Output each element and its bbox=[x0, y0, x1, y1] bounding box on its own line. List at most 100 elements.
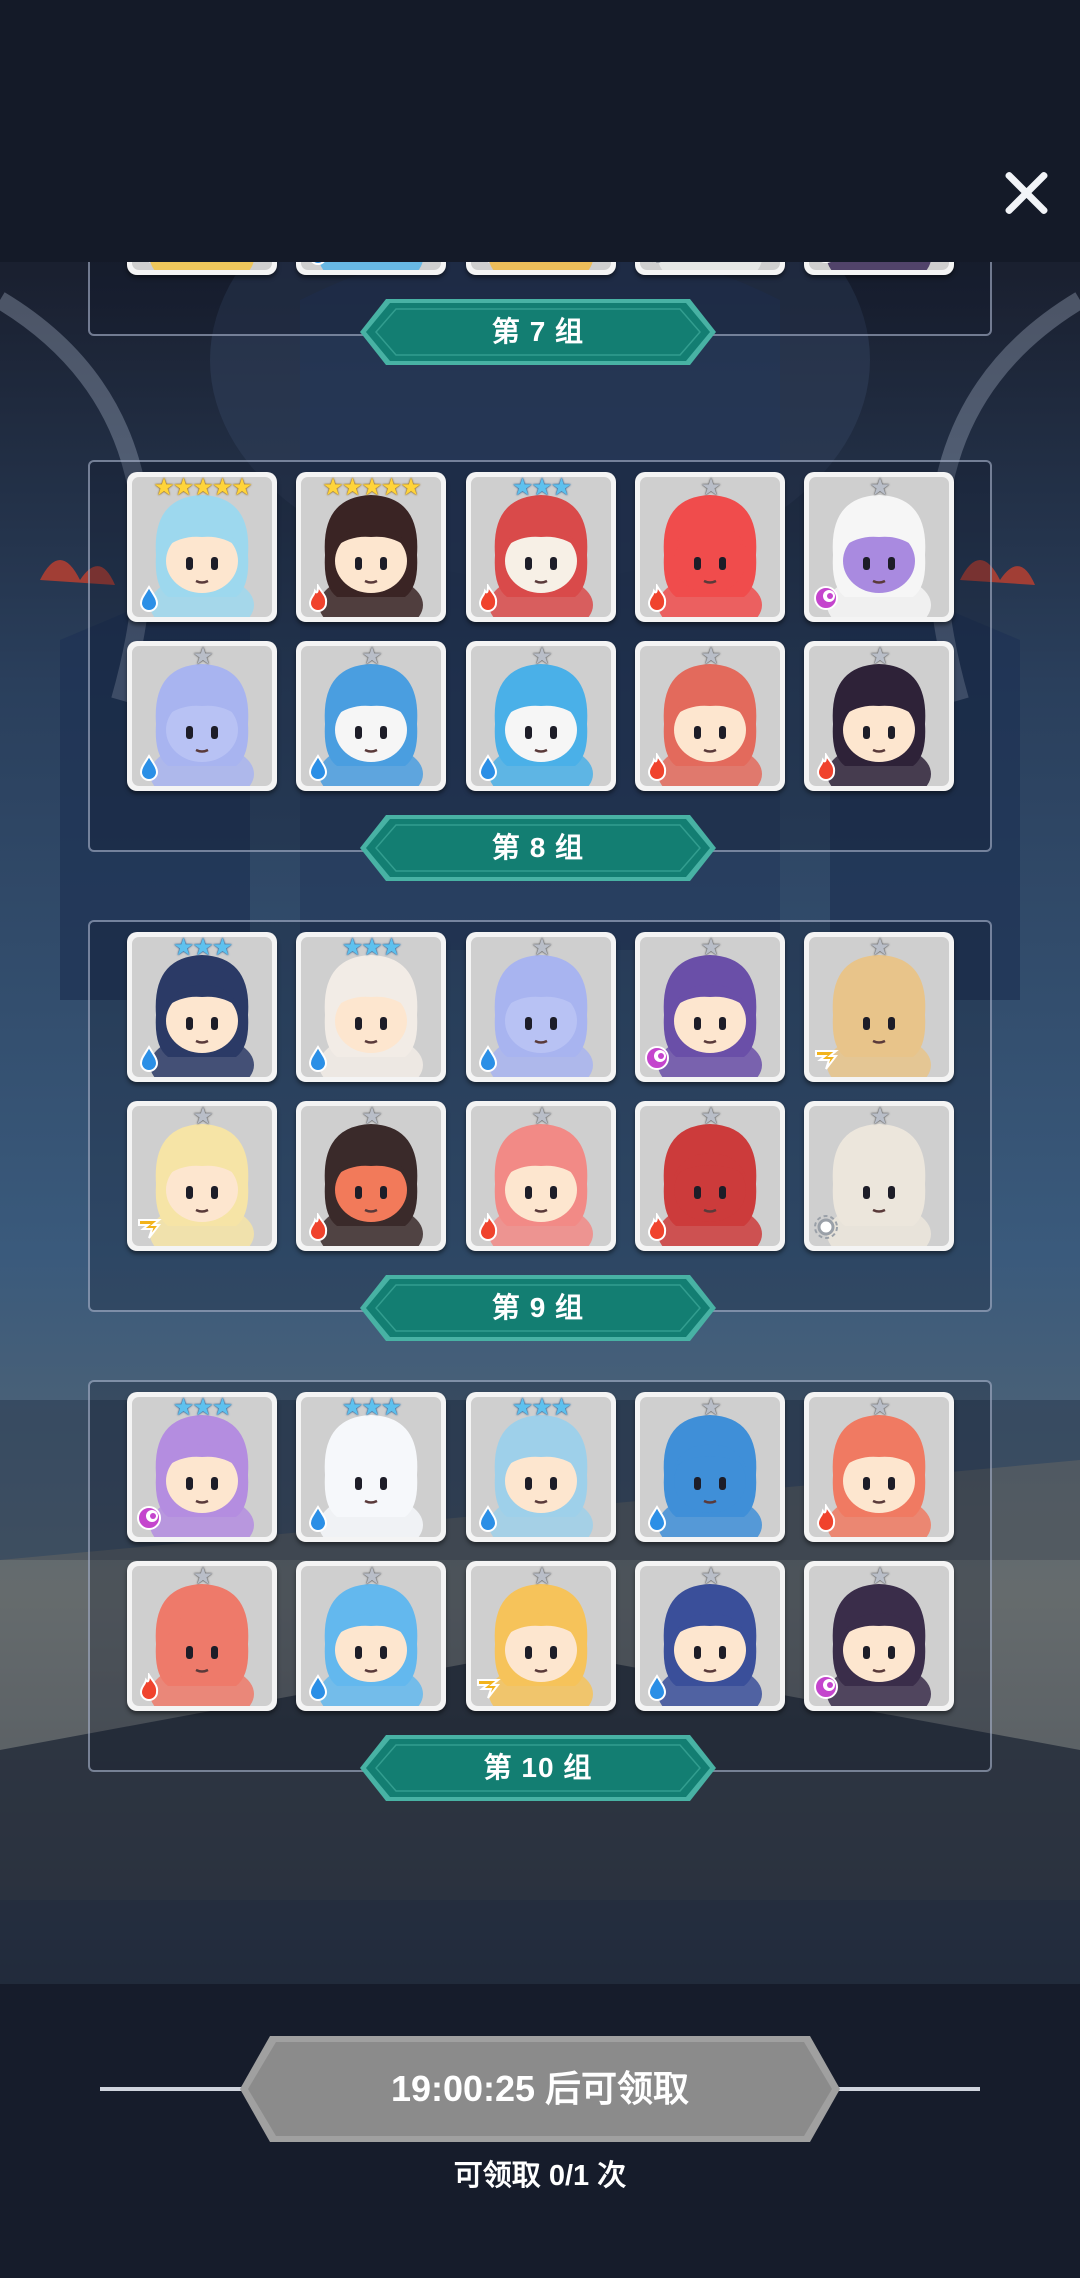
hero-card[interactable]: ★★★ bbox=[466, 1392, 616, 1542]
hero-card[interactable]: ★ bbox=[635, 262, 785, 275]
water-element-icon bbox=[304, 1504, 332, 1532]
hero-card[interactable]: ★ bbox=[296, 1101, 446, 1251]
star-rating: ★ bbox=[192, 643, 214, 670]
water-element-icon bbox=[135, 1044, 163, 1072]
star-rating: ★ bbox=[531, 934, 553, 961]
fire-element-icon bbox=[474, 584, 502, 612]
star-rating: ★ bbox=[192, 1563, 214, 1590]
hero-card[interactable]: ★ bbox=[127, 262, 277, 275]
hero-card[interactable]: ★ bbox=[804, 262, 954, 275]
star-rating: ★ bbox=[700, 1103, 722, 1130]
hero-card[interactable]: ★ bbox=[804, 472, 954, 622]
star-rating: ★★★ bbox=[172, 934, 234, 961]
water-element-icon bbox=[643, 1673, 671, 1701]
star-rating: ★★★ bbox=[341, 934, 403, 961]
claim-remaining-text: 可领取 0/1 次 bbox=[453, 2160, 627, 2192]
hero-card[interactable]: ★ bbox=[635, 472, 785, 622]
fire-element-icon bbox=[643, 584, 671, 612]
water-element-icon bbox=[304, 1673, 332, 1701]
reward-group-panel: ★★★ ★★★ ★ ★ ★ ★ ★ ★ ★ ★ bbox=[88, 920, 992, 1312]
hero-card[interactable]: ★ bbox=[804, 932, 954, 1082]
light-element-icon bbox=[812, 1213, 840, 1241]
hero-card[interactable]: ★ bbox=[127, 1561, 277, 1711]
star-rating: ★ bbox=[361, 1563, 383, 1590]
hero-card[interactable]: ★ bbox=[127, 1101, 277, 1251]
star-rating: ★ bbox=[700, 934, 722, 961]
star-rating: ★ bbox=[192, 1103, 214, 1130]
group-label-text: 第 8 组 bbox=[491, 832, 585, 863]
group-label-banner: 第 7 组 bbox=[360, 299, 716, 365]
hero-card[interactable]: ★ bbox=[635, 641, 785, 791]
star-rating: ★ bbox=[869, 934, 891, 961]
dark-element-icon bbox=[812, 584, 840, 612]
water-element-icon bbox=[304, 262, 332, 265]
light-element-icon bbox=[643, 262, 671, 265]
star-rating: ★ bbox=[531, 643, 553, 670]
group-label-banner: 第 8 组 bbox=[360, 815, 716, 881]
hero-card[interactable]: ★★★ bbox=[466, 472, 616, 622]
dark-element-icon bbox=[135, 1504, 163, 1532]
hero-card[interactable]: ★ bbox=[466, 1101, 616, 1251]
reward-group-panel: ★★★ ★★★ ★★★ ★ ★ ★ ★ ★ ★ ★ bbox=[88, 1380, 992, 1772]
reward-group-list[interactable]: ★★★★★第 7 组★★★★★★★★★★★★★★★★★★★★第 8 组★★★★★… bbox=[0, 262, 1080, 1984]
hero-card[interactable]: ★ bbox=[296, 262, 446, 275]
hero-card[interactable]: ★★★ bbox=[296, 932, 446, 1082]
hero-card[interactable]: ★ bbox=[804, 1392, 954, 1542]
group-label-banner: 第 10 组 bbox=[360, 1735, 716, 1801]
hero-card[interactable]: ★★★ bbox=[127, 932, 277, 1082]
fire-element-icon bbox=[135, 1673, 163, 1701]
hero-card[interactable]: ★ bbox=[804, 641, 954, 791]
water-element-icon bbox=[474, 753, 502, 781]
fire-element-icon bbox=[812, 753, 840, 781]
hero-card[interactable]: ★ bbox=[635, 932, 785, 1082]
hero-card[interactable]: ★ bbox=[466, 1561, 616, 1711]
water-element-icon bbox=[304, 1044, 332, 1072]
fire-element-icon bbox=[643, 753, 671, 781]
star-rating: ★ bbox=[700, 643, 722, 670]
dark-element-icon bbox=[643, 1044, 671, 1072]
hero-card[interactable]: ★★★ bbox=[127, 1392, 277, 1542]
group-label-text: 第 7 组 bbox=[491, 316, 585, 347]
star-rating: ★★★ bbox=[511, 1394, 573, 1421]
water-element-icon bbox=[304, 753, 332, 781]
claim-countdown-button[interactable]: 19:00:25 后可领取 bbox=[240, 2036, 840, 2142]
fire-element-icon bbox=[304, 584, 332, 612]
group-label-text: 第 9 组 bbox=[491, 1292, 585, 1323]
hero-card[interactable]: ★★★★★ bbox=[296, 472, 446, 622]
star-rating: ★ bbox=[869, 1394, 891, 1421]
hero-card[interactable]: ★ bbox=[804, 1561, 954, 1711]
reward-group-panel: ★★★★★ ★★★★★ ★★★ ★ ★ ★ ★ ★ ★ ★ bbox=[88, 460, 992, 852]
close-button[interactable] bbox=[996, 163, 1056, 223]
hero-card[interactable]: ★ bbox=[466, 641, 616, 791]
water-element-icon bbox=[135, 584, 163, 612]
star-rating: ★ bbox=[869, 1103, 891, 1130]
star-rating: ★ bbox=[700, 1394, 722, 1421]
wind-element-icon bbox=[812, 1044, 840, 1072]
water-element-icon bbox=[474, 1504, 502, 1532]
star-rating: ★★★ bbox=[511, 474, 573, 501]
star-rating: ★★★★★ bbox=[153, 474, 253, 501]
claim-countdown-text: 19:00:25 后可领取 bbox=[390, 2068, 690, 2109]
wind-element-icon bbox=[474, 1673, 502, 1701]
hero-card[interactable]: ★ bbox=[296, 641, 446, 791]
hero-card[interactable]: ★ bbox=[635, 1561, 785, 1711]
hero-card[interactable]: ★ bbox=[466, 932, 616, 1082]
divider-right bbox=[830, 2087, 980, 2091]
hero-card[interactable]: ★★★ bbox=[296, 1392, 446, 1542]
fire-element-icon bbox=[304, 1213, 332, 1241]
star-rating: ★ bbox=[700, 474, 722, 501]
hero-card[interactable]: ★ bbox=[466, 262, 616, 275]
star-rating: ★ bbox=[869, 1563, 891, 1590]
hero-card[interactable]: ★ bbox=[296, 1561, 446, 1711]
wind-element-icon bbox=[135, 1213, 163, 1241]
hero-card[interactable]: ★★★★★ bbox=[127, 472, 277, 622]
hero-card[interactable]: ★ bbox=[127, 641, 277, 791]
fire-element-icon bbox=[812, 1504, 840, 1532]
hero-card[interactable]: ★ bbox=[635, 1392, 785, 1542]
star-rating: ★★★ bbox=[172, 1394, 234, 1421]
hero-card[interactable]: ★ bbox=[804, 1101, 954, 1251]
hero-card[interactable]: ★ bbox=[635, 1101, 785, 1251]
group-label-banner: 第 9 组 bbox=[360, 1275, 716, 1341]
star-rating: ★ bbox=[531, 1103, 553, 1130]
dark-element-icon bbox=[812, 262, 840, 265]
